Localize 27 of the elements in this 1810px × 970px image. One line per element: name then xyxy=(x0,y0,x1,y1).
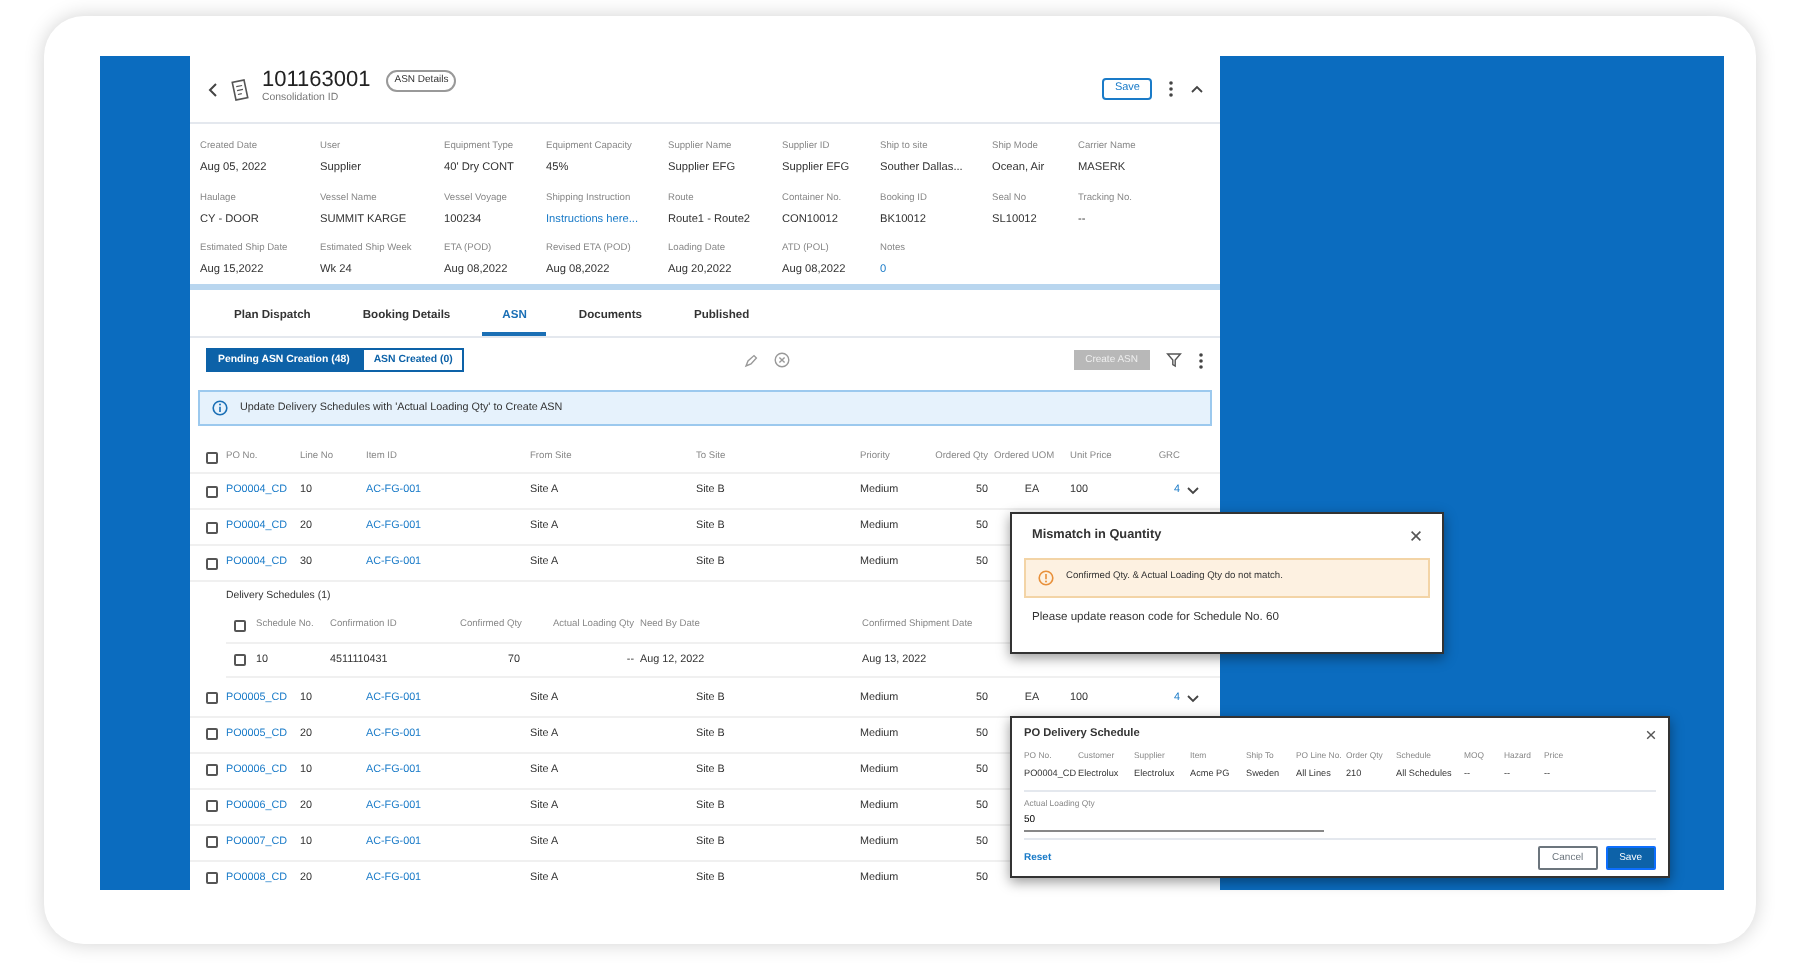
select-all-checkbox[interactable] xyxy=(206,451,218,463)
checkbox[interactable] xyxy=(206,800,218,813)
back-icon[interactable] xyxy=(206,81,218,97)
checkbox[interactable] xyxy=(206,521,218,533)
filter-icon[interactable] xyxy=(1166,352,1182,368)
checkbox[interactable] xyxy=(206,557,218,569)
close-icon[interactable] xyxy=(1646,729,1656,740)
pencil-icon[interactable] xyxy=(744,353,759,367)
checkbox[interactable] xyxy=(206,485,218,497)
checkbox[interactable] xyxy=(206,764,218,777)
checkbox[interactable] xyxy=(206,872,218,885)
checkbox[interactable] xyxy=(206,692,218,705)
select-all-checkbox[interactable] xyxy=(234,619,246,632)
collapse-icon[interactable] xyxy=(1190,84,1204,94)
info-icon xyxy=(212,400,228,416)
consolidation-id: 101163001 xyxy=(262,70,371,93)
chevron-down-icon[interactable] xyxy=(1186,693,1200,704)
checkbox[interactable] xyxy=(206,836,218,849)
document-icon xyxy=(230,77,250,101)
checkbox[interactable] xyxy=(234,653,246,666)
chevron-down-icon[interactable] xyxy=(1186,486,1200,496)
checkbox[interactable] xyxy=(206,728,218,741)
more-icon[interactable] xyxy=(1168,80,1174,98)
cancel-icon[interactable] xyxy=(774,352,791,368)
warning-icon xyxy=(1038,569,1054,586)
close-icon[interactable] xyxy=(1410,529,1422,542)
more-icon[interactable] xyxy=(1198,351,1204,369)
